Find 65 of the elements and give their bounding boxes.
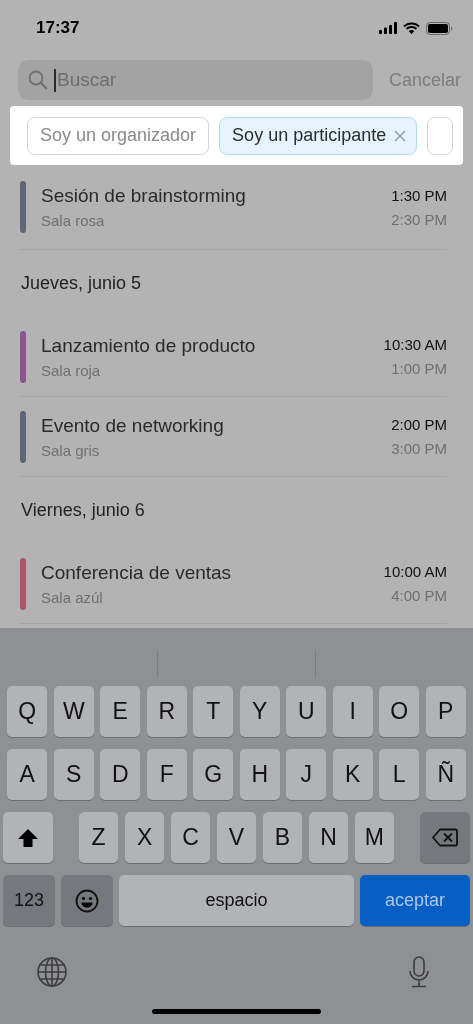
filter-chip[interactable]: Soy un organizador (27, 116, 210, 155)
wifi-icon (403, 22, 420, 34)
key[interactable]: Q (7, 686, 48, 737)
key[interactable]: F (146, 749, 187, 800)
start-time: 10:30 AM (383, 336, 447, 353)
key[interactable]: W (53, 686, 94, 737)
emoji-key[interactable] (61, 875, 113, 926)
key[interactable]: J (286, 749, 327, 800)
event-title: Evento de networking (41, 414, 225, 437)
end-time: 1:00 PM (390, 360, 447, 377)
end-time: 2:30 PM (391, 210, 447, 228)
delete-key[interactable] (419, 812, 470, 863)
key[interactable]: X (124, 812, 165, 863)
event-room: Sala gris (41, 441, 101, 459)
key[interactable]: Ñ (425, 749, 466, 800)
globe-icon[interactable] (36, 956, 68, 988)
key[interactable]: O (379, 686, 420, 737)
key[interactable]: S (53, 749, 94, 800)
key[interactable]: R (146, 686, 187, 737)
search-icon (28, 70, 48, 90)
signal-icon (379, 22, 397, 34)
start-time: 2:00 PM (391, 416, 447, 433)
key[interactable]: U (286, 686, 327, 737)
key[interactable]: A (7, 749, 48, 800)
text-cursor (54, 68, 56, 92)
return-key[interactable]: aceptar (360, 875, 470, 926)
event-title: Lanzamiento de producto (41, 334, 257, 357)
key[interactable]: D (100, 749, 141, 800)
event-room: Sala azúl (41, 588, 104, 606)
status-time: 17:37 (36, 18, 80, 38)
battery-icon (426, 21, 453, 35)
key[interactable]: Z (78, 812, 119, 863)
space-key[interactable]: espacio (119, 875, 354, 926)
start-time: 1:30 PM (391, 186, 447, 204)
key[interactable]: P (425, 686, 466, 737)
end-time: 4:00 PM (390, 587, 447, 604)
key[interactable]: G (193, 749, 234, 800)
close-icon (394, 129, 407, 142)
day-header: Jueves, junio 5 (20, 272, 143, 295)
key[interactable]: L (379, 749, 420, 800)
event-room: Sala roja (41, 361, 102, 379)
numbers-key[interactable]: 123 (3, 875, 55, 926)
key[interactable]: E (100, 686, 141, 737)
shift-key[interactable] (3, 812, 54, 863)
day-header: Viernes, junio 6 (20, 499, 146, 522)
key[interactable]: N (308, 812, 349, 863)
key[interactable]: V (216, 812, 257, 863)
key[interactable]: C (170, 812, 211, 863)
event-room: Sala rosa (41, 212, 106, 229)
key[interactable]: K (332, 749, 373, 800)
event-title: Sesión de brainstorming (41, 185, 247, 207)
key[interactable]: I (332, 686, 373, 737)
filter-chip[interactable]: Soy un participante (219, 116, 418, 155)
key[interactable]: Y (239, 686, 280, 737)
backspace-icon (431, 828, 458, 847)
shift-icon (17, 827, 40, 848)
end-time: 3:00 PM (391, 440, 447, 457)
key[interactable]: T (193, 686, 234, 737)
microphone-icon[interactable] (408, 956, 430, 988)
key[interactable]: M (354, 812, 395, 863)
key[interactable]: B (262, 812, 303, 863)
event-title: Conferencia de ventas (41, 561, 233, 584)
smiley-icon (75, 888, 99, 913)
key[interactable]: H (239, 749, 280, 800)
start-time: 10:00 AM (383, 563, 447, 580)
